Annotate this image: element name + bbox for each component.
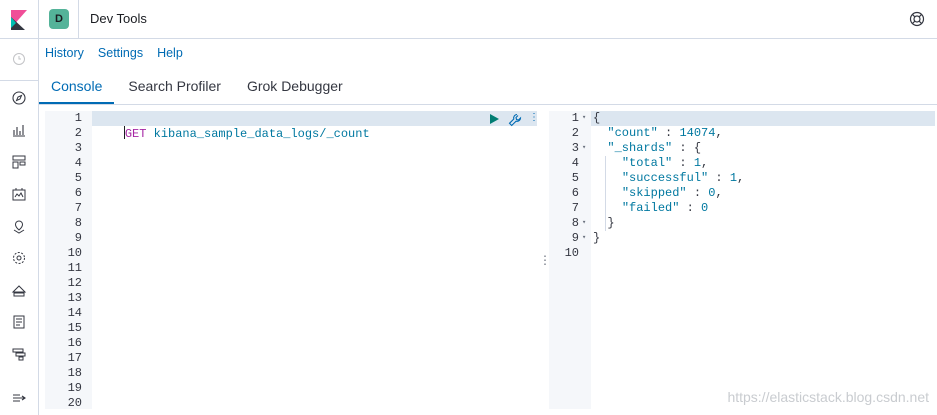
help-link[interactable]: Help: [157, 46, 183, 60]
request-line[interactable]: GET kibana_sample_data_logs/_count: [95, 111, 370, 141]
help-menu-icon[interactable]: [909, 11, 925, 27]
pane-resizer-handle[interactable]: ⋮: [539, 253, 551, 267]
indent-guide: [605, 156, 606, 231]
line-number: 9: [571, 231, 579, 245]
header-divider: [78, 0, 79, 39]
logs-icon[interactable]: [11, 314, 27, 330]
compass-icon[interactable]: [11, 90, 27, 106]
line-number: 15: [67, 321, 82, 335]
response-line: "total" : 1,: [621, 156, 709, 170]
active-line-highlight: [549, 111, 935, 126]
tab-search-profiler[interactable]: Search Profiler: [116, 72, 233, 104]
line-number: 16: [67, 336, 82, 350]
line-number: 2: [571, 126, 579, 140]
request-editor[interactable]: 1 2 3 4 5 6 7 8 9 10 11 12 13 14 15 16 17 18 19 20 GET kiba…: [45, 111, 537, 409]
kibana-logo[interactable]: [0, 0, 39, 39]
line-number: 1: [74, 111, 82, 125]
ml-icon[interactable]: [11, 250, 27, 266]
response-line: {: [593, 111, 601, 125]
response-editor[interactable]: 1 ▾ 2 3 ▾ 4 5 6 7 8 ▾ 9 ▾ 10 { "count" : 14074, "_sha…: [549, 111, 935, 409]
response-line: "skipped" : 0,: [621, 186, 723, 200]
line-number: 10: [564, 246, 579, 260]
fold-toggle-icon[interactable]: ▾: [582, 141, 586, 156]
response-line: }: [593, 231, 601, 245]
line-number: 18: [67, 366, 82, 380]
tab-console[interactable]: Console: [39, 72, 115, 104]
line-number: 5: [571, 171, 579, 185]
run-request-icon[interactable]: [488, 113, 500, 125]
request-method: GET: [124, 127, 147, 141]
request-gutter: 1 2 3 4 5 6 7 8 9 10 11 12 13 14 15 16 17 18 19 20: [45, 111, 92, 409]
line-number: 4: [74, 156, 82, 170]
line-number: 13: [67, 291, 82, 305]
tab-grok-debugger[interactable]: Grok Debugger: [235, 72, 355, 104]
response-line: }: [593, 216, 615, 230]
maps-icon[interactable]: [11, 219, 27, 235]
line-number: 7: [74, 201, 82, 215]
line-number: 11: [67, 261, 82, 275]
line-number: 1: [571, 111, 579, 125]
collapse-nav-icon[interactable]: [11, 390, 27, 406]
fold-toggle-icon[interactable]: ▾: [582, 111, 586, 126]
line-number: 6: [74, 186, 82, 200]
fold-toggle-icon[interactable]: ▾: [582, 216, 586, 231]
infrastructure-icon[interactable]: [11, 282, 27, 298]
kibana-logo-icon: [11, 9, 27, 30]
response-line: "_shards" : {: [607, 141, 702, 155]
line-number: 6: [571, 186, 579, 200]
clock-icon[interactable]: [11, 51, 27, 67]
line-number: 12: [67, 276, 82, 290]
line-number: 7: [571, 201, 579, 215]
dev-tools-tabs: Console Search Profiler Grok Debugger: [39, 72, 357, 104]
console-menu: History Settings Help: [45, 46, 183, 60]
response-line: "count" : 14074,: [607, 126, 723, 140]
settings-link[interactable]: Settings: [98, 46, 143, 60]
wrench-icon[interactable]: [508, 113, 522, 127]
response-line: "successful" : 1,: [621, 171, 745, 185]
line-number: 10: [67, 246, 82, 260]
watermark: https://elasticstack.blog.csdn.net: [727, 389, 929, 405]
line-number: 8: [74, 216, 82, 230]
dashboard-icon[interactable]: [11, 154, 27, 170]
apm-icon[interactable]: [11, 346, 27, 362]
line-number: 20: [67, 396, 82, 409]
fold-toggle-icon[interactable]: ▾: [582, 231, 586, 246]
nav-divider: [0, 80, 38, 81]
line-number: 3: [571, 141, 579, 155]
line-number: 8: [571, 216, 579, 230]
more-options-icon[interactable]: ⋮: [529, 112, 537, 123]
left-nav: [0, 39, 39, 415]
line-number: 4: [571, 156, 579, 170]
line-number: 5: [74, 171, 82, 185]
history-link[interactable]: History: [45, 46, 84, 60]
visualize-icon[interactable]: [11, 122, 27, 138]
request-path: kibana_sample_data_logs/_count: [153, 127, 370, 141]
app-title: Dev Tools: [90, 11, 147, 26]
response-line: "failed" : 0: [621, 201, 709, 215]
canvas-icon[interactable]: [11, 186, 27, 202]
line-number: 3: [74, 141, 82, 155]
response-gutter: 1 ▾ 2 3 ▾ 4 5 6 7 8 ▾ 9 ▾ 10: [549, 111, 591, 409]
line-number: 19: [67, 381, 82, 395]
line-number: 17: [67, 351, 82, 365]
top-header: D Dev Tools: [0, 0, 937, 39]
line-number: 14: [67, 306, 82, 320]
tabs-underline: [39, 104, 937, 105]
line-number: 9: [74, 231, 82, 245]
space-avatar[interactable]: D: [49, 9, 69, 29]
line-number: 2: [74, 126, 82, 140]
